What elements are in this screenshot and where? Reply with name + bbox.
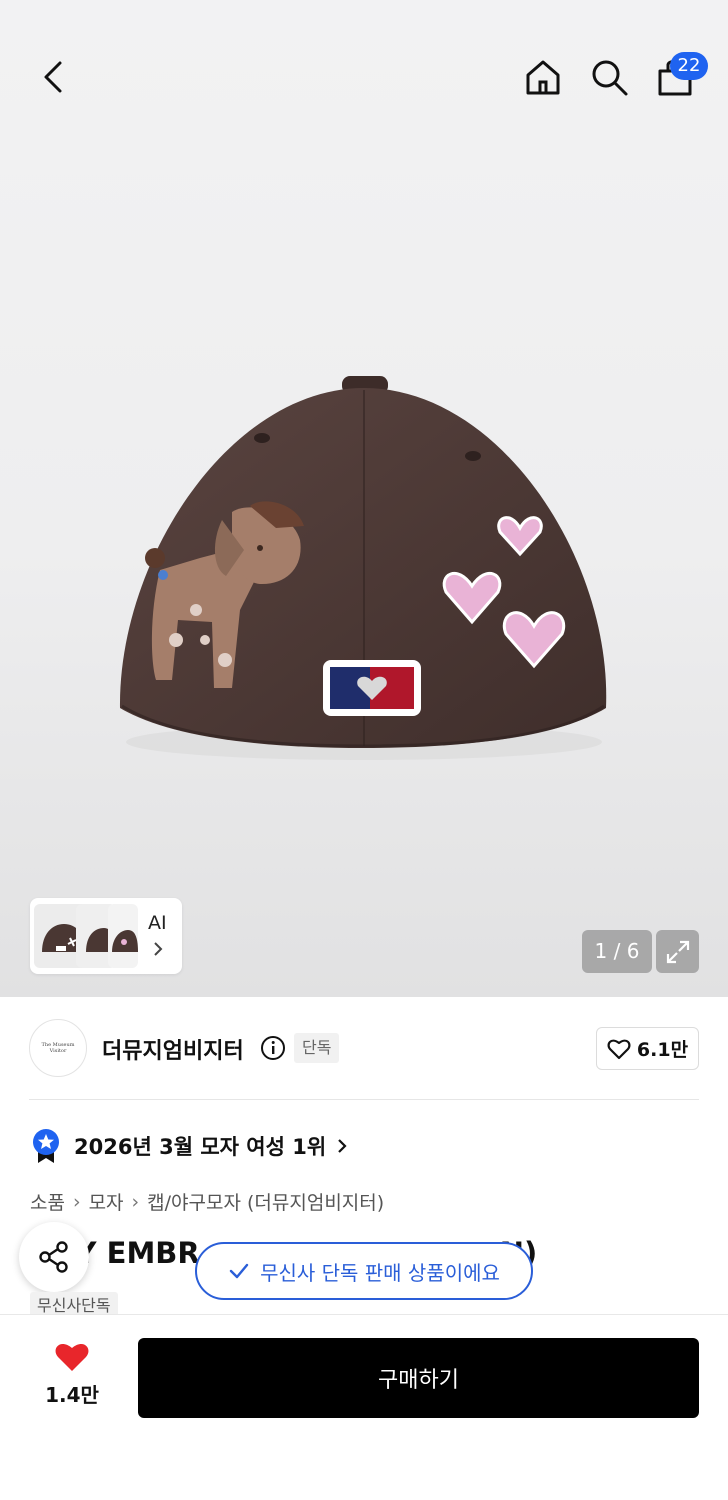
heart-filled-icon <box>55 1344 89 1371</box>
home-button[interactable] <box>520 54 566 100</box>
ranking-link[interactable]: 2026년 3월 모자 여성 1위 <box>30 1128 348 1164</box>
chevron-left-icon <box>44 61 62 93</box>
product-image[interactable] <box>0 140 728 900</box>
fullscreen-button[interactable] <box>656 930 699 973</box>
brand-like-count: 6.1만 <box>636 1039 689 1061</box>
brand-name[interactable]: 더뮤지엄비지터 <box>102 1033 244 1065</box>
ai-label: AI <box>148 912 167 934</box>
exclusive-toast: 무신사 단독 판매 상품이에요 <box>195 1242 533 1300</box>
brand-like-button[interactable]: 6.1만 <box>596 1027 699 1070</box>
breadcrumb: 소품 › 모자 › 캡/야구모자 (더뮤지엄비지터) <box>30 1188 384 1215</box>
breadcrumb-item[interactable]: 모자 <box>89 1188 124 1215</box>
heart-outline-icon <box>607 1039 631 1059</box>
ranking-text: 2026년 3월 모자 여성 1위 <box>74 1135 327 1159</box>
product-like-button[interactable]: 1.4만 <box>30 1341 114 1413</box>
toast-text: 무신사 단독 판매 상품이에요 <box>260 1260 500 1285</box>
bottom-action-bar: 1.4만 구매하기 <box>0 1314 728 1500</box>
brand-logo[interactable]: The Museum Visitor <box>29 1019 87 1077</box>
product-like-count: 1.4만 <box>45 1383 99 1407</box>
ranking-badge-icon <box>33 1129 59 1163</box>
breadcrumb-item[interactable]: 캡/야구모자 (더뮤지엄비지터) <box>147 1188 384 1215</box>
share-button[interactable] <box>19 1222 89 1292</box>
search-button[interactable] <box>586 54 632 100</box>
chevron-right-icon <box>154 942 163 956</box>
brand-row: The Museum Visitor 더뮤지엄비지터 단독 6.1만 <box>0 1005 728 1090</box>
back-button[interactable] <box>30 55 74 99</box>
expand-icon <box>666 940 689 963</box>
home-icon <box>526 60 560 95</box>
chevron-right-icon <box>338 1139 347 1153</box>
cart-count-badge: 22 <box>670 52 708 80</box>
ai-thumbnail-strip[interactable]: AI <box>30 898 182 974</box>
image-page-indicator: 1 / 6 <box>582 930 652 973</box>
buy-button[interactable]: 구매하기 <box>138 1338 699 1418</box>
section-divider <box>29 1099 699 1100</box>
share-icon <box>39 1241 68 1273</box>
search-icon <box>592 60 628 96</box>
check-icon <box>229 1263 249 1279</box>
chevron-right-icon: › <box>131 1190 140 1213</box>
top-navigation-bar: 22 <box>0 0 728 150</box>
info-icon[interactable] <box>260 1035 286 1061</box>
brand-exclusive-tag: 단독 <box>294 1033 340 1063</box>
thumbnail-3[interactable] <box>108 904 138 968</box>
breadcrumb-item[interactable]: 소품 <box>30 1188 65 1215</box>
chevron-right-icon: › <box>72 1190 81 1213</box>
product-gallery[interactable]: 22 AI 1 / 6 <box>0 0 728 997</box>
